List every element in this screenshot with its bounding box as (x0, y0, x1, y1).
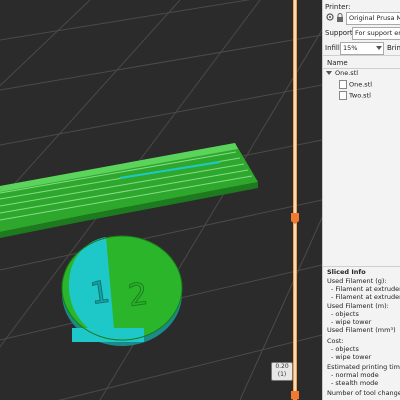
info-line: Estimated printing time: (327, 363, 400, 371)
coin-object: 1 2 (61, 235, 183, 346)
info-line: Used Filament (mm³) (327, 326, 396, 334)
info-line: Cost: (327, 337, 344, 345)
info-line: - wipe tower (331, 353, 372, 361)
layer-height-readout: 0.20 (1) (271, 362, 293, 381)
object-name: One.stl (335, 69, 359, 77)
vertical-layer-slider[interactable] (291, 0, 299, 400)
part-name: One.stl (349, 80, 373, 89)
object-list-child-row[interactable]: Two.stl (339, 91, 371, 101)
printer-label: Printer: (325, 3, 351, 11)
right-sidebar: Printer: Original Prusa MK4 Supports: Fo… (322, 0, 400, 400)
info-line: Used Filament (m): (327, 302, 389, 310)
part-icon (339, 80, 347, 89)
object-list-name-header[interactable]: Name (327, 59, 348, 67)
layer-height-value: 0.20 (275, 363, 289, 370)
info-line: - objects (331, 310, 359, 318)
info-line: - stealth mode (331, 379, 379, 387)
sliced-info-title: Sliced Info (327, 268, 366, 276)
layer-index-value: (1) (277, 371, 287, 378)
printer-select[interactable]: Original Prusa MK4 (346, 12, 400, 25)
slider-bottom-thumb (291, 391, 299, 400)
brim-label: Brim: (387, 44, 400, 52)
info-line: - Filament at extruder 2 (331, 293, 400, 301)
divider (323, 55, 400, 56)
bed-scene[interactable]: 1 2 (0, 0, 322, 400)
part-icon (339, 91, 347, 100)
object-list-child-row[interactable]: One.stl (339, 80, 372, 90)
info-line: - Filament at extruder 1 (331, 285, 400, 293)
object-list-root-row[interactable]: One.stl (326, 69, 358, 78)
slider-top-thumb (291, 213, 299, 224)
collapse-chevron-icon[interactable] (326, 71, 332, 75)
supports-select[interactable]: For support enforcers only (352, 27, 400, 40)
divider (323, 266, 400, 267)
prusaslicer-window: 1 2 0.20 (1) Printer: Original Prusa MK4… (0, 0, 400, 400)
part-name: Two.stl (349, 91, 371, 100)
info-line: - normal mode (331, 371, 379, 379)
3d-viewport[interactable]: 1 2 0.20 (1) (0, 0, 322, 400)
info-line: Used Filament (g): (327, 277, 387, 285)
info-line: - wipe tower (331, 318, 372, 326)
info-line: - objects (331, 345, 359, 353)
printer-settings-icon[interactable] (326, 13, 334, 21)
info-line: Number of tool changes (327, 389, 400, 397)
lock-icon (336, 13, 344, 22)
infill-dropdown-arrow-icon[interactable] (376, 46, 382, 50)
